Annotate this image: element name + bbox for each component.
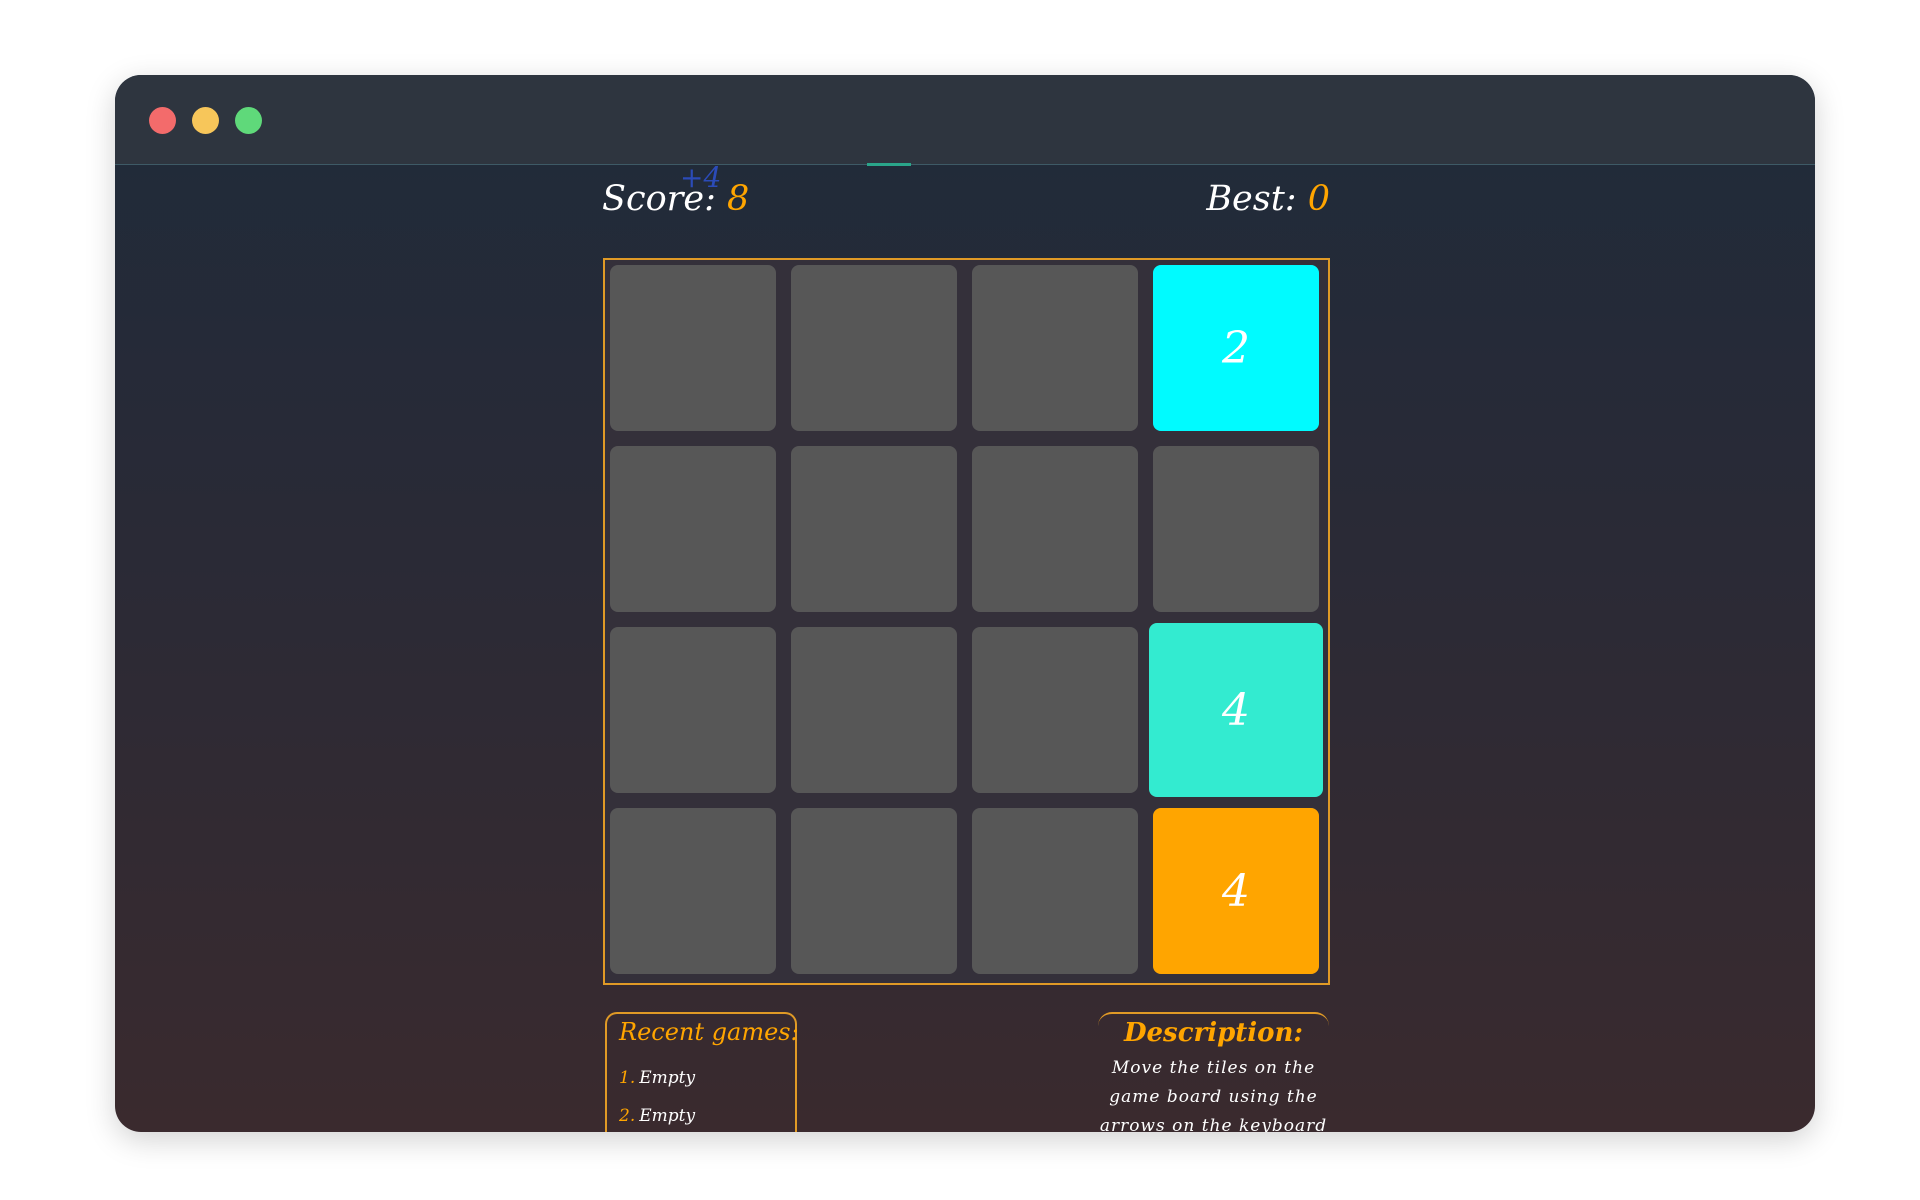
title-bar-accent [867,163,911,166]
score-display: Score: 8 [602,179,749,219]
best-label: Best: [1206,179,1297,219]
recent-game-label: Empty [639,1068,696,1088]
board-cell [791,808,957,974]
board-cell [972,808,1138,974]
board-cell [972,446,1138,612]
recent-game-number: 1. [619,1068,636,1088]
recent-game-item[interactable]: 1. Empty [619,1068,783,1088]
recent-game-item[interactable]: 2. Empty [619,1106,783,1126]
recent-games-panel: Recent games: 1. Empty 2. Empty [605,1012,799,1132]
recent-game-number: 2. [619,1106,636,1126]
app-window: Score: 8 +4 Best: 0 2 44 Recent games: 1.… [115,75,1815,1132]
board-cell [791,446,957,612]
tile-4: 4 [1153,808,1319,974]
description-title: Description: [1123,1018,1304,1048]
board-cell [791,627,957,793]
tile-2: 2 [1153,265,1319,431]
title-bar [115,75,1815,165]
board-cell [972,265,1138,431]
game-board[interactable]: 2 44 [603,258,1330,985]
best-value: 0 [1307,179,1330,219]
score-value: 8 [727,179,750,219]
board-cell [791,265,957,431]
board-cell [610,446,776,612]
close-icon[interactable] [149,107,176,134]
recent-game-label: Empty [639,1106,696,1126]
board-cell [972,627,1138,793]
tile-4: 4 [1149,623,1323,797]
best-score-display: Best: 0 [1206,179,1330,219]
board-cell [610,265,776,431]
description-panel: Description: Move the tiles on the game … [1098,1012,1329,1132]
description-text: Move the tiles on the game board using t… [1099,1058,1328,1132]
board-cell [1153,446,1319,612]
board-cell [610,627,776,793]
board-cell [610,808,776,974]
maximize-icon[interactable] [235,107,262,134]
recent-games-title: Recent games: [619,1018,799,1046]
score-delta: +4 [680,161,722,194]
minimize-icon[interactable] [192,107,219,134]
